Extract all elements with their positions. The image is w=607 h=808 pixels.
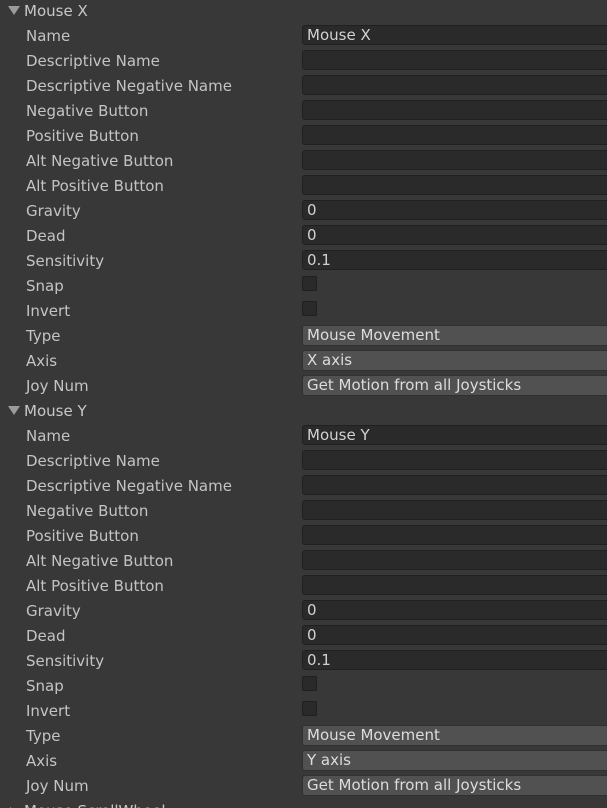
positive-button-label: Positive Button [26,527,139,545]
gravity-row: Gravity 0 [0,600,607,625]
invert-label: Invert [26,302,71,320]
alt-positive-button-row: Alt Positive Button [0,175,607,200]
descriptive-negative-name-row: Descriptive Negative Name [0,75,607,100]
joy-num-label: Joy Num [26,777,89,795]
dead-label: Dead [26,627,66,645]
sensitivity-field[interactable]: 0.1 [302,650,607,670]
positive-button-label: Positive Button [26,127,139,145]
sensitivity-row: Sensitivity 0.1 [0,650,607,675]
type-label: Type [26,327,61,345]
axis-foldout-title: Mouse ScrollWheel [24,800,166,808]
dead-label: Dead [26,227,66,245]
snap-row: Snap [0,275,607,300]
name-label: Name [26,27,71,45]
positive-button-field[interactable] [302,525,607,545]
alt-negative-button-label: Alt Negative Button [26,552,174,570]
snap-checkbox[interactable] [302,676,317,691]
sensitivity-field[interactable]: 0.1 [302,250,607,270]
invert-checkbox[interactable] [302,301,317,316]
descriptive-name-row: Descriptive Name [0,450,607,475]
descriptive-name-field[interactable] [302,50,607,70]
descriptive-negative-name-field[interactable] [302,75,607,95]
snap-checkbox[interactable] [302,276,317,291]
type-row: Type Mouse Movement [0,725,607,750]
name-row: Name Mouse Y [0,425,607,450]
joy-num-label: Joy Num [26,377,89,395]
alt-negative-button-row: Alt Negative Button [0,150,607,175]
joy-num-dropdown[interactable]: Get Motion from all Joysticks [302,375,607,396]
name-field[interactable]: Mouse X [302,25,607,45]
type-dropdown[interactable]: Mouse Movement [302,725,607,746]
axis-label: Axis [26,352,58,370]
negative-button-label: Negative Button [26,502,149,520]
axis-foldout-title: Mouse X [24,2,88,20]
axis-foldout-mouse-scrollwheel[interactable]: Mouse ScrollWheel [0,800,607,808]
axis-foldout-title: Mouse Y [24,402,87,420]
snap-label: Snap [26,677,64,695]
descriptive-negative-name-label: Descriptive Negative Name [26,477,232,495]
positive-button-row: Positive Button [0,525,607,550]
alt-positive-button-label: Alt Positive Button [26,177,164,195]
dead-field[interactable]: 0 [302,625,607,645]
negative-button-label: Negative Button [26,102,149,120]
name-row: Name Mouse X [0,25,607,50]
positive-button-row: Positive Button [0,125,607,150]
descriptive-name-label: Descriptive Name [26,452,160,470]
axis-dropdown[interactable]: X axis [302,350,607,371]
invert-checkbox[interactable] [302,701,317,716]
axis-label: Axis [26,752,58,770]
negative-button-field[interactable] [302,500,607,520]
gravity-row: Gravity 0 [0,200,607,225]
axis-foldout-mouse-x[interactable]: Mouse X [0,0,607,25]
name-field[interactable]: Mouse Y [302,425,607,445]
descriptive-name-field[interactable] [302,450,607,470]
snap-row: Snap [0,675,607,700]
alt-negative-button-field[interactable] [302,150,607,170]
alt-positive-button-label: Alt Positive Button [26,577,164,595]
invert-row: Invert [0,300,607,325]
alt-positive-button-field[interactable] [302,175,607,195]
alt-negative-button-field[interactable] [302,550,607,570]
negative-button-field[interactable] [302,100,607,120]
alt-negative-button-row: Alt Negative Button [0,550,607,575]
descriptive-negative-name-field[interactable] [302,475,607,495]
type-label: Type [26,727,61,745]
axis-foldout-mouse-y[interactable]: Mouse Y [0,400,607,425]
descriptive-negative-name-row: Descriptive Negative Name [0,475,607,500]
type-dropdown[interactable]: Mouse Movement [302,325,607,346]
alt-positive-button-row: Alt Positive Button [0,575,607,600]
joy-num-dropdown[interactable]: Get Motion from all Joysticks [302,775,607,796]
positive-button-field[interactable] [302,125,607,145]
negative-button-row: Negative Button [0,100,607,125]
gravity-label: Gravity [26,602,81,620]
type-row: Type Mouse Movement [0,325,607,350]
sensitivity-label: Sensitivity [26,652,105,670]
gravity-label: Gravity [26,202,81,220]
dead-row: Dead 0 [0,625,607,650]
triangle-down-icon[interactable] [8,406,20,415]
invert-label: Invert [26,702,71,720]
joy-num-row: Joy Num Get Motion from all Joysticks [0,375,607,400]
axis-row: Axis Y axis [0,750,607,775]
descriptive-name-label: Descriptive Name [26,52,160,70]
descriptive-name-row: Descriptive Name [0,50,607,75]
dead-field[interactable]: 0 [302,225,607,245]
axis-dropdown[interactable]: Y axis [302,750,607,771]
input-manager-axes-inspector: Mouse X Name Mouse X Descriptive Name De… [0,0,607,808]
snap-label: Snap [26,277,64,295]
alt-positive-button-field[interactable] [302,575,607,595]
negative-button-row: Negative Button [0,500,607,525]
triangle-down-icon[interactable] [8,6,20,15]
gravity-field[interactable]: 0 [302,600,607,620]
name-label: Name [26,427,71,445]
alt-negative-button-label: Alt Negative Button [26,152,174,170]
gravity-field[interactable]: 0 [302,200,607,220]
descriptive-negative-name-label: Descriptive Negative Name [26,77,232,95]
joy-num-row: Joy Num Get Motion from all Joysticks [0,775,607,800]
sensitivity-row: Sensitivity 0.1 [0,250,607,275]
axis-row: Axis X axis [0,350,607,375]
dead-row: Dead 0 [0,225,607,250]
sensitivity-label: Sensitivity [26,252,105,270]
invert-row: Invert [0,700,607,725]
